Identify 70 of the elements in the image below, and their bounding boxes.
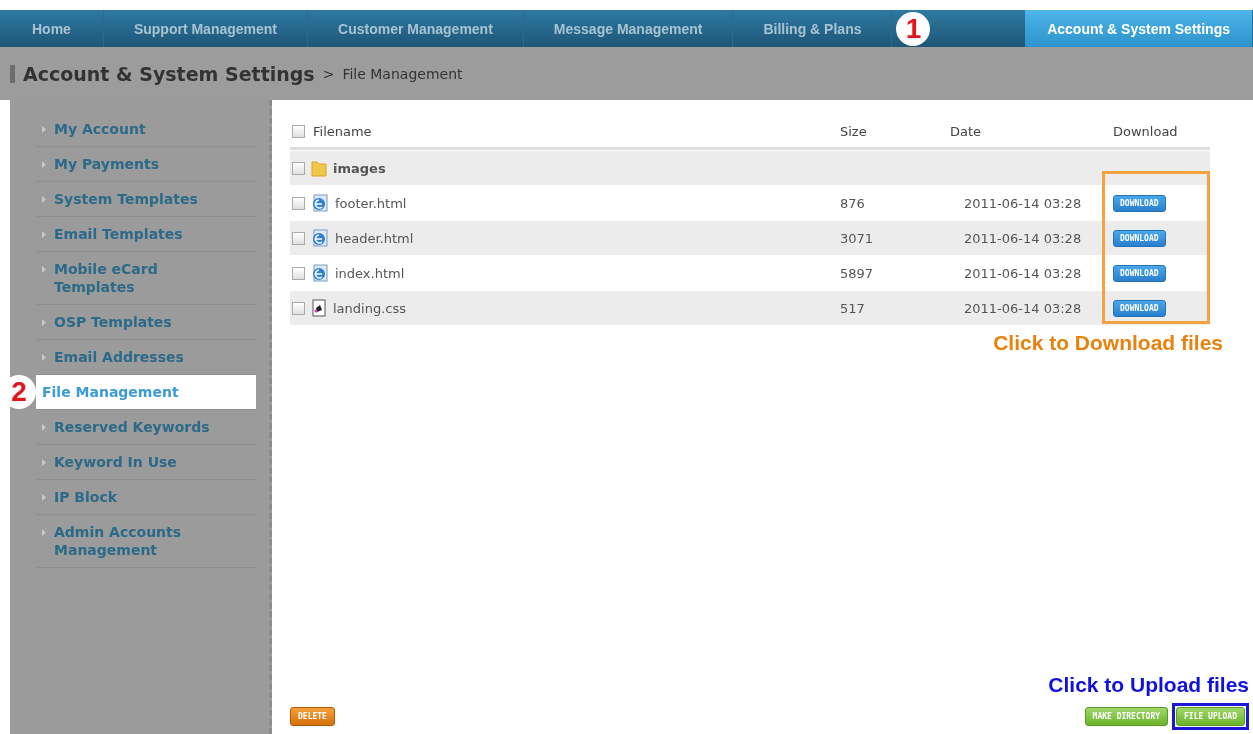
column-header: Size bbox=[840, 124, 867, 139]
make-directory-button[interactable]: MAKE DIRECTORY bbox=[1084, 707, 1168, 726]
column-header: Download bbox=[1113, 124, 1178, 139]
breadcrumb-separator: > bbox=[322, 65, 335, 82]
bullet-arrow-icon bbox=[42, 424, 46, 431]
sidebar-item[interactable]: System Templates bbox=[36, 182, 256, 217]
web-page-icon bbox=[311, 194, 329, 212]
file-name[interactable]: landing.css bbox=[333, 300, 406, 316]
sidebar-item[interactable]: Reserved Keywords bbox=[36, 410, 256, 445]
sidebar-item[interactable]: File Management bbox=[36, 375, 256, 410]
select-all-checkbox[interactable] bbox=[292, 125, 305, 138]
bullet-arrow-icon bbox=[42, 459, 46, 466]
breadcrumb-page: File Management bbox=[342, 65, 463, 82]
column-header: Date bbox=[950, 124, 982, 139]
file-date: 2011-06-14 03:28 bbox=[964, 265, 1082, 281]
table-row[interactable]: footer.html 876 2011-06-14 03:28 DOWNLOAD bbox=[290, 186, 1210, 220]
file-name[interactable]: index.html bbox=[335, 265, 405, 281]
file-size: 5897 bbox=[840, 265, 874, 281]
sidebar-item[interactable]: Email Templates bbox=[36, 217, 256, 252]
file-date: 2011-06-14 03:28 bbox=[964, 195, 1082, 211]
file-size: 517 bbox=[840, 300, 865, 316]
row-checkbox[interactable] bbox=[292, 231, 305, 245]
file-date: 2011-06-14 03:28 bbox=[964, 230, 1082, 246]
sidebar-item[interactable]: My Payments bbox=[36, 147, 256, 182]
page-title: Account & System Settings bbox=[23, 62, 315, 85]
sidebar-item[interactable]: Mobile eCard Templates bbox=[36, 252, 256, 305]
bullet-arrow-icon bbox=[42, 231, 46, 238]
download-button[interactable]: DOWNLOAD bbox=[1113, 229, 1166, 247]
nav-tab[interactable]: Account & System Settings bbox=[1025, 10, 1253, 47]
document-icon bbox=[311, 299, 327, 317]
bullet-arrow-icon bbox=[42, 126, 46, 133]
sidebar-item[interactable]: OSP Templates bbox=[36, 305, 256, 340]
bullet-arrow-icon bbox=[42, 196, 46, 203]
delete-button[interactable]: DELETE bbox=[290, 707, 335, 726]
bullet-arrow-icon bbox=[42, 319, 46, 326]
bullet-arrow-icon bbox=[42, 266, 46, 273]
callout-text: Click to Download files bbox=[993, 331, 1223, 355]
title-marker bbox=[10, 64, 15, 83]
table-row[interactable]: images bbox=[290, 151, 1210, 185]
file-size: 876 bbox=[840, 195, 865, 211]
file-name[interactable]: header.html bbox=[335, 230, 414, 246]
sidebar-item[interactable]: Keyword In Use bbox=[36, 445, 256, 480]
table-row[interactable]: landing.css 517 2011-06-14 03:28 DOWNLOAD bbox=[290, 291, 1210, 325]
file-size: 3071 bbox=[840, 230, 874, 246]
bullet-arrow-icon bbox=[42, 529, 46, 536]
sidebar-item[interactable]: Admin Accounts Management bbox=[36, 515, 256, 568]
table-row[interactable]: header.html 3071 2011-06-14 03:28 DOWNLOAD bbox=[290, 221, 1210, 255]
callout-number: 1 bbox=[896, 11, 931, 46]
sidebar-item[interactable]: IP Block bbox=[36, 480, 256, 515]
file-date: 2011-06-14 03:28 bbox=[964, 300, 1082, 316]
bullet-arrow-icon bbox=[42, 161, 46, 168]
web-page-icon bbox=[311, 264, 329, 282]
download-button[interactable]: DOWNLOAD bbox=[1113, 194, 1166, 212]
row-checkbox[interactable] bbox=[292, 266, 305, 280]
row-checkbox[interactable] bbox=[292, 161, 305, 175]
table-row[interactable]: index.html 5897 2011-06-14 03:28 DOWNLOAD bbox=[290, 256, 1210, 290]
bullet-arrow-icon bbox=[42, 354, 46, 361]
row-checkbox[interactable] bbox=[292, 301, 305, 315]
sidebar-item[interactable]: My Account bbox=[36, 112, 256, 147]
file-name[interactable]: footer.html bbox=[335, 195, 407, 211]
file-name[interactable]: images bbox=[333, 160, 386, 176]
folder-icon bbox=[311, 159, 327, 177]
download-button[interactable]: DOWNLOAD bbox=[1113, 299, 1166, 317]
column-header: Filename bbox=[313, 124, 372, 139]
row-checkbox[interactable] bbox=[292, 196, 305, 210]
web-page-icon bbox=[311, 229, 329, 247]
download-button[interactable]: DOWNLOAD bbox=[1113, 264, 1166, 282]
bullet-arrow-icon bbox=[42, 494, 46, 501]
callout-text: Click to Upload files bbox=[1048, 673, 1249, 697]
file-upload-button[interactable]: FILE UPLOAD bbox=[1176, 707, 1245, 726]
